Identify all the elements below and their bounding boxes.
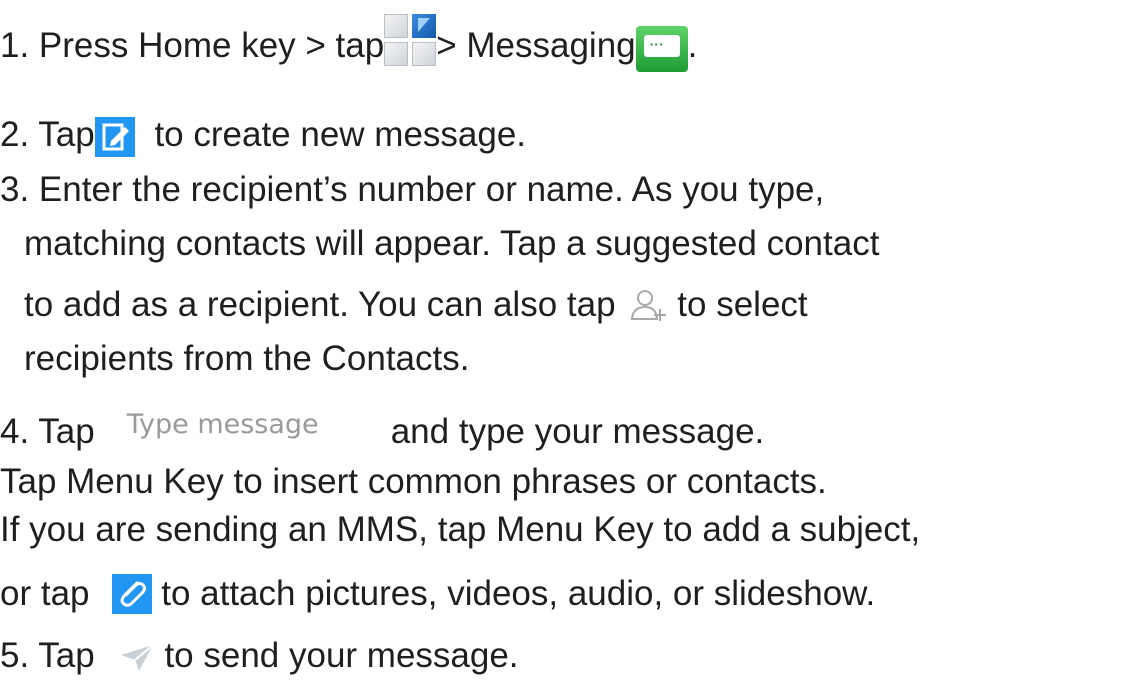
step-3-text-1: 3. Enter the recipient’s number or name.… — [0, 170, 825, 209]
step-2-line: 2. Tap to create new message. — [0, 113, 526, 157]
attach-icon — [111, 574, 152, 614]
step-4-line-1: 4. Tap Type message and type your message. — [0, 409, 765, 457]
step-4-suffix: and type your message. — [390, 412, 765, 451]
step-5-line: 5. Tap to send your message. — [0, 634, 519, 678]
step-4-text-4a: or tap — [0, 574, 90, 613]
step-3-text-3b: to select — [667, 285, 808, 324]
step-1-end: . — [687, 26, 698, 65]
step-4-prefix: 4. Tap — [0, 412, 95, 451]
step-3-line-3: to add as a recipient. You can also tap … — [24, 283, 808, 327]
apps-grid-icon — [384, 14, 437, 72]
step-3-text-4: recipients from the Contacts. — [24, 339, 470, 378]
step-4-line-2: Tap Menu Key to insert common phrases or… — [0, 460, 827, 504]
step-2-suffix: to create new message. — [144, 115, 527, 154]
step-4-text-2: Tap Menu Key to insert common phrases or… — [0, 462, 827, 501]
step-4-text-4b: to attach pictures, videos, audio, or sl… — [151, 574, 876, 613]
step-3-text-2: matching contacts will appear. Tap a sug… — [24, 224, 880, 263]
step-3-line-2: matching contacts will appear. Tap a sug… — [24, 222, 879, 266]
step-1-middle: > Messaging — [436, 26, 636, 65]
send-icon — [119, 640, 155, 671]
step-3-line-4: recipients from the Contacts. — [24, 337, 469, 381]
step-4-text-3: If you are sending an MMS, tap Menu Key … — [0, 510, 921, 549]
compose-icon — [94, 117, 135, 157]
step-3-text-3a: to add as a recipient. You can also tap — [24, 285, 616, 324]
step-5-prefix: 5. Tap — [0, 636, 95, 675]
step-5-suffix: to send your message. — [154, 636, 519, 675]
messaging-app-icon: ··· — [635, 26, 688, 74]
step-4-line-4: or tap to attach pictures, videos, audio… — [0, 572, 875, 616]
step-3-line-1: 3. Enter the recipient’s number or name.… — [0, 168, 824, 212]
type-message-field: Type message — [126, 409, 319, 440]
step-2-prefix: 2. Tap — [0, 115, 95, 154]
step-1-line: 1. Press Home key > tap > Messaging ··· … — [0, 10, 698, 72]
step-1-prefix: 1. Press Home key > tap — [0, 26, 385, 65]
step-4-line-3: If you are sending an MMS, tap Menu Key … — [0, 508, 920, 552]
add-contact-icon — [630, 287, 668, 323]
